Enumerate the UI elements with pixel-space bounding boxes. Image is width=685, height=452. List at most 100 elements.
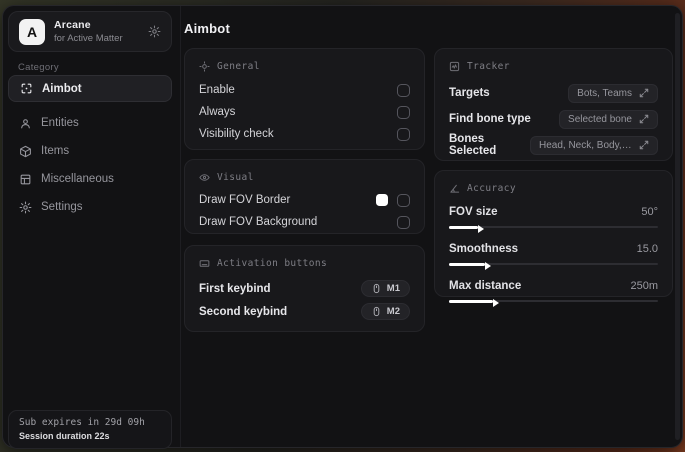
expand-icon xyxy=(639,114,649,124)
crosshair-icon xyxy=(20,82,33,95)
brand-card: A Arcane for Active Matter xyxy=(8,11,172,52)
slider-group: Smoothness 15.0 xyxy=(449,240,658,270)
section-title: General xyxy=(217,61,260,72)
setting-row: Always xyxy=(199,101,410,123)
dropdown-value: Selected bone xyxy=(568,113,632,125)
tracker-section-header: Tracker xyxy=(449,49,658,72)
general-section: General Enable Always Visibility check xyxy=(184,48,425,150)
sidebar-item-label: Aimbot xyxy=(42,82,82,95)
first-keybind-button[interactable]: M1 xyxy=(360,280,410,297)
eye-icon xyxy=(199,172,210,183)
sidebar-item-label: Miscellaneous xyxy=(41,173,114,185)
setting-label: Always xyxy=(199,106,236,118)
keybind-value: M2 xyxy=(386,306,400,317)
expand-icon xyxy=(639,88,649,98)
dropdown-value: Bots, Teams xyxy=(577,87,632,99)
subscription-card: Sub expires in 29d 09h Session duration … xyxy=(8,410,172,449)
setting-row: Bones Selected Head, Neck, Body, Pe... xyxy=(449,132,658,158)
accuracy-section-header: Accuracy xyxy=(449,171,658,194)
setting-row: Find bone type Selected bone xyxy=(449,106,658,132)
keybind-value: M1 xyxy=(386,283,400,294)
category-label: Category xyxy=(18,62,59,73)
setting-label: Second keybind xyxy=(199,305,288,318)
section-title: Accuracy xyxy=(467,183,516,194)
expand-icon xyxy=(639,140,649,150)
slider-group: Max distance 250m xyxy=(449,277,658,307)
setting-row: Draw FOV Background xyxy=(199,211,410,233)
setting-label: Targets xyxy=(449,87,490,99)
game-background: A Arcane for Active Matter Category Aimb… xyxy=(0,0,685,452)
sidebar-item-label: Settings xyxy=(41,201,83,213)
keyboard-icon xyxy=(199,258,210,269)
draw-fov-background-checkbox[interactable] xyxy=(397,215,410,229)
setting-row: First keybind M1 xyxy=(199,277,410,300)
sidebar-item-entities[interactable]: Entities xyxy=(8,109,172,137)
setting-label: Visibility check xyxy=(199,128,274,140)
slider-label: Smoothness xyxy=(449,243,519,255)
setting-row: Second keybind M2 xyxy=(199,300,410,323)
cheat-menu-window: A Arcane for Active Matter Category Aimb… xyxy=(2,5,683,449)
section-title: Tracker xyxy=(467,61,510,72)
slider-label: Max distance xyxy=(449,280,522,292)
mouse-icon xyxy=(371,283,382,294)
scrollbar[interactable] xyxy=(675,13,680,440)
slider-value: 50° xyxy=(641,206,658,218)
setting-label: Enable xyxy=(199,84,235,96)
brand-text: Arcane for Active Matter xyxy=(54,19,148,44)
slider-fill xyxy=(449,261,491,270)
activation-section-header: Activation buttons xyxy=(199,246,410,269)
entities-icon xyxy=(19,117,32,130)
general-section-header: General xyxy=(199,49,410,72)
find-bone-type-dropdown[interactable]: Selected bone xyxy=(559,109,658,129)
targets-dropdown[interactable]: Bots, Teams xyxy=(568,83,658,103)
slider-thumb[interactable] xyxy=(492,298,499,307)
fov-size-slider[interactable] xyxy=(449,223,658,233)
sidebar-item-aimbot[interactable]: Aimbot xyxy=(8,75,172,102)
slider-group: FOV size 50° xyxy=(449,203,658,233)
sidebar-item-items[interactable]: Items xyxy=(8,137,172,165)
app-subtitle: for Active Matter xyxy=(54,33,123,44)
second-keybind-button[interactable]: M2 xyxy=(360,303,410,320)
sidebar-item-settings[interactable]: Settings xyxy=(8,193,172,221)
focus-icon xyxy=(199,61,210,72)
angle-icon xyxy=(449,183,460,194)
sidebar-item-miscellaneous[interactable]: Miscellaneous xyxy=(8,165,172,193)
section-title: Activation buttons xyxy=(217,258,328,269)
setting-row: Enable xyxy=(199,79,410,101)
fov-border-color-swatch[interactable] xyxy=(376,194,388,206)
cube-icon xyxy=(19,145,32,158)
tracker-icon xyxy=(449,61,460,72)
dropdown-value: Head, Neck, Body, Pe... xyxy=(539,139,632,151)
settings-gear-icon[interactable] xyxy=(148,25,161,38)
page-title: Aimbot xyxy=(184,21,230,36)
tracker-section: Tracker Targets Bots, Teams Find bone ty… xyxy=(434,48,673,161)
gear-icon xyxy=(19,201,32,214)
setting-row: Draw FOV Border xyxy=(199,189,410,211)
setting-label: Draw FOV Background xyxy=(199,216,318,228)
always-checkbox[interactable] xyxy=(397,105,410,119)
slider-fill xyxy=(449,298,499,307)
max-distance-slider[interactable] xyxy=(449,297,658,307)
sub-expires-text: Sub expires in 29d 09h xyxy=(19,417,145,428)
sidebar: A Arcane for Active Matter Category Aimb… xyxy=(3,6,181,449)
slider-value: 250m xyxy=(630,280,658,292)
smoothness-slider[interactable] xyxy=(449,260,658,270)
visual-section-header: Visual xyxy=(199,160,410,183)
slider-thumb[interactable] xyxy=(484,261,491,270)
layout-icon xyxy=(19,173,32,186)
setting-label: Draw FOV Border xyxy=(199,194,291,206)
app-name: Arcane xyxy=(54,19,91,31)
visibility-check-checkbox[interactable] xyxy=(397,127,410,141)
slider-fill xyxy=(449,224,485,233)
slider-label: FOV size xyxy=(449,206,498,218)
bones-selected-dropdown[interactable]: Head, Neck, Body, Pe... xyxy=(530,135,658,155)
sidebar-nav: Entities Items Miscellaneous Settings xyxy=(8,109,172,221)
section-title: Visual xyxy=(217,172,254,183)
enable-checkbox[interactable] xyxy=(397,83,410,97)
slider-thumb[interactable] xyxy=(478,224,485,233)
draw-fov-border-checkbox[interactable] xyxy=(397,193,410,207)
session-duration-text: Session duration 22s xyxy=(19,431,110,441)
setting-label: Find bone type xyxy=(449,113,531,125)
mouse-icon xyxy=(371,306,382,317)
sidebar-item-label: Items xyxy=(41,145,70,157)
